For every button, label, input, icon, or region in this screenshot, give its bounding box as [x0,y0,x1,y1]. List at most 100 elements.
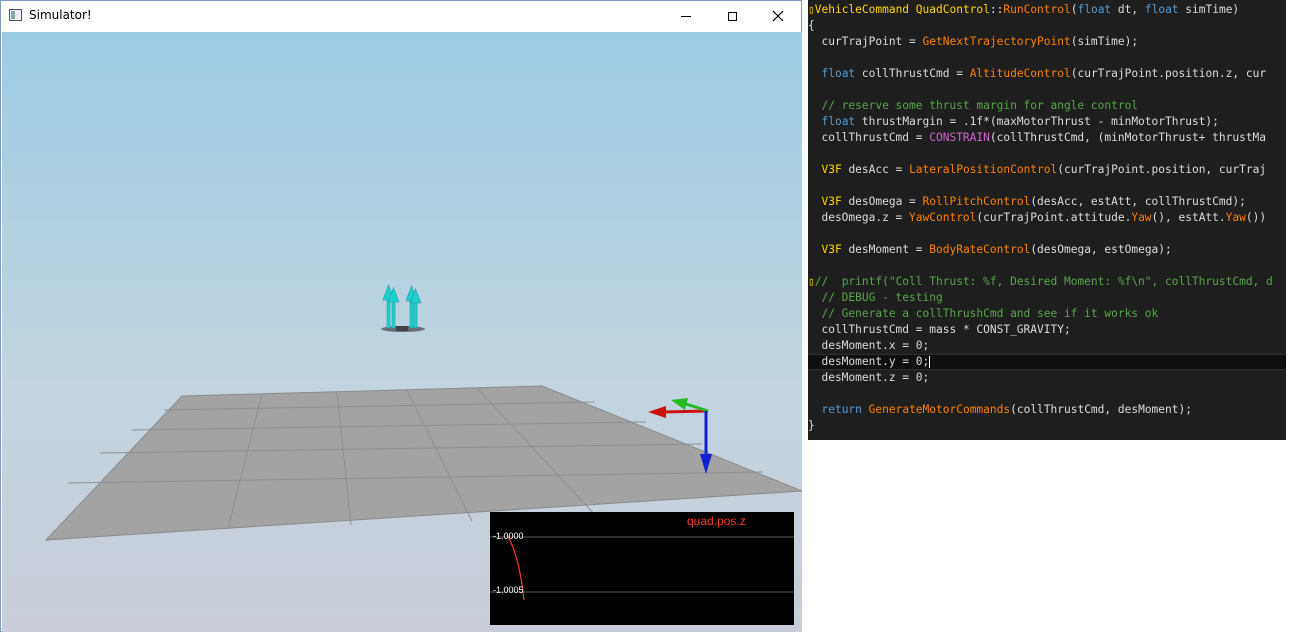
code-line[interactable]: desMoment.y = 0; [808,354,1286,370]
code-token: collThrustCmd = mass * CONST_GRAVITY; [808,323,1071,336]
plot-panel[interactable]: quad.pos.z -1.0000 -1.0005 [490,512,794,625]
code-token: LateralPositionControl [909,163,1058,176]
close-icon [772,10,784,22]
code-token: V3F [821,195,842,208]
code-line[interactable]: // DEBUG - testing [808,290,1286,306]
code-token: curTrajPoint = [808,35,923,48]
code-token: simTime) [1178,3,1240,16]
code-token: collThrustCmd = [808,131,930,144]
simulator-window: Simulator! quad.pos.z -1.0000 -1.0005 [0,0,802,632]
window-title: Simulator! [29,8,92,22]
code-token: desMoment.z = 0; [808,371,930,384]
plot-canvas [490,536,794,601]
code-token: RunControl [1003,3,1071,16]
code-token: (), estAtt. [1151,211,1226,224]
maximize-icon [727,11,737,21]
title-bar[interactable]: Simulator! [1,1,801,31]
code-line[interactable]: curTrajPoint = GetNextTrajectoryPoint(si… [808,34,1286,50]
code-line[interactable]: return GenerateMotorCommands(collThrustC… [808,402,1286,418]
code-token: float [1077,3,1112,16]
app-icon [9,9,22,21]
code-token: ▯ [808,3,815,16]
code-line[interactable]: desOmega.z = YawControl(curTrajPoint.att… [808,210,1286,226]
code-token: desOmega = [841,195,923,208]
code-token: (collThrustCmd, (minMotorThrust+ thrustM… [989,131,1267,144]
code-line[interactable]: collThrustCmd = mass * CONST_GRAVITY; [808,322,1286,338]
3d-viewport[interactable]: quad.pos.z -1.0000 -1.0005 [2,32,802,632]
code-line[interactable]: desMoment.x = 0; [808,338,1286,354]
quadrotor[interactable] [381,284,425,332]
code-token: { [808,19,815,32]
code-token: CONSTRAIN [929,131,990,144]
code-token: (curTrajPoint.attitude. [976,211,1132,224]
maximize-button[interactable] [709,1,755,31]
code-token: GenerateMotorCommands [868,403,1011,416]
plot-tick-label: -1.0000 [493,531,524,541]
code-line[interactable] [808,146,1286,162]
code-token: dt, [1111,3,1145,16]
text-caret [929,356,931,368]
code-token: (desAcc, estAtt, collThrustCmd); [1030,195,1246,208]
code-token: V3F [821,243,842,256]
minimize-icon [681,15,691,17]
code-token: desMoment = [841,243,930,256]
code-line[interactable]: float collThrustCmd = AltitudeControl(cu… [808,66,1286,82]
code-token: Yaw [1225,211,1246,224]
minimize-button[interactable] [663,1,709,31]
code-token: QuadControl [915,3,990,16]
code-line[interactable]: collThrustCmd = CONSTRAIN(collThrustCmd,… [808,130,1286,146]
code-token: :: [989,3,1004,16]
close-button[interactable] [755,1,801,31]
code-line[interactable] [808,386,1286,402]
code-token: collThrustCmd = [855,67,970,80]
code-line[interactable]: } [808,418,1286,434]
code-token: GetNextTrajectoryPoint [922,35,1071,48]
code-token: Yaw [1131,211,1152,224]
code-token: (collThrustCmd, desMoment); [1010,403,1192,416]
code-token: // Generate a collThrushCmd and see if i… [808,307,1159,320]
code-line[interactable]: { [808,18,1286,34]
code-token: // printf("Coll Thrust: %f, Desired Mome… [814,275,1273,288]
code-line[interactable] [808,82,1286,98]
code-editor[interactable]: ▯VehicleCommand QuadControl::RunControl(… [808,0,1286,440]
code-token: AltitudeControl [969,67,1071,80]
code-line[interactable] [808,50,1286,66]
plot-tick-label: -1.0005 [493,585,524,595]
code-line[interactable] [808,258,1286,274]
code-token: float [1144,3,1179,16]
code-token: float [821,115,856,128]
code-token: (simTime); [1070,35,1139,48]
code-token: VehicleCommand [814,3,910,16]
code-line[interactable]: V3F desOmega = RollPitchControl(desAcc, … [808,194,1286,210]
code-line[interactable] [808,226,1286,242]
code-line[interactable]: desMoment.z = 0; [808,370,1286,386]
thrust-arrows [382,284,422,329]
code-token: desMoment.x = 0; [808,339,930,352]
code-line[interactable] [808,178,1286,194]
code-token: return [821,403,862,416]
code-token: // DEBUG - testing [808,291,943,304]
code-line[interactable]: ▯// printf("Coll Thrust: %f, Desired Mom… [808,274,1286,290]
code-token: ▯ [808,275,815,288]
code-line[interactable]: V3F desMoment = BodyRateControl(desOmega… [808,242,1286,258]
code-token: desMoment.y = 0; [808,355,930,368]
code-token: } [808,419,815,432]
code-token: float [821,67,856,80]
code-line[interactable]: ▯VehicleCommand QuadControl::RunControl(… [808,2,1286,18]
code-token: // reserve some thrust margin for angle … [808,99,1139,112]
code-line[interactable]: // reserve some thrust margin for angle … [808,98,1286,114]
code-token: thrustMargin = .1f*(maxMotorThrust - min… [855,115,1219,128]
code-token: YawControl [909,211,977,224]
code-line[interactable]: V3F desAcc = LateralPositionControl(curT… [808,162,1286,178]
code-token: BodyRateControl [929,243,1031,256]
code-token: (curTrajPoint.position.z, cur [1070,67,1267,80]
code-line[interactable]: float thrustMargin = .1f*(maxMotorThrust… [808,114,1286,130]
code-line[interactable]: // Generate a collThrushCmd and see if i… [808,306,1286,322]
